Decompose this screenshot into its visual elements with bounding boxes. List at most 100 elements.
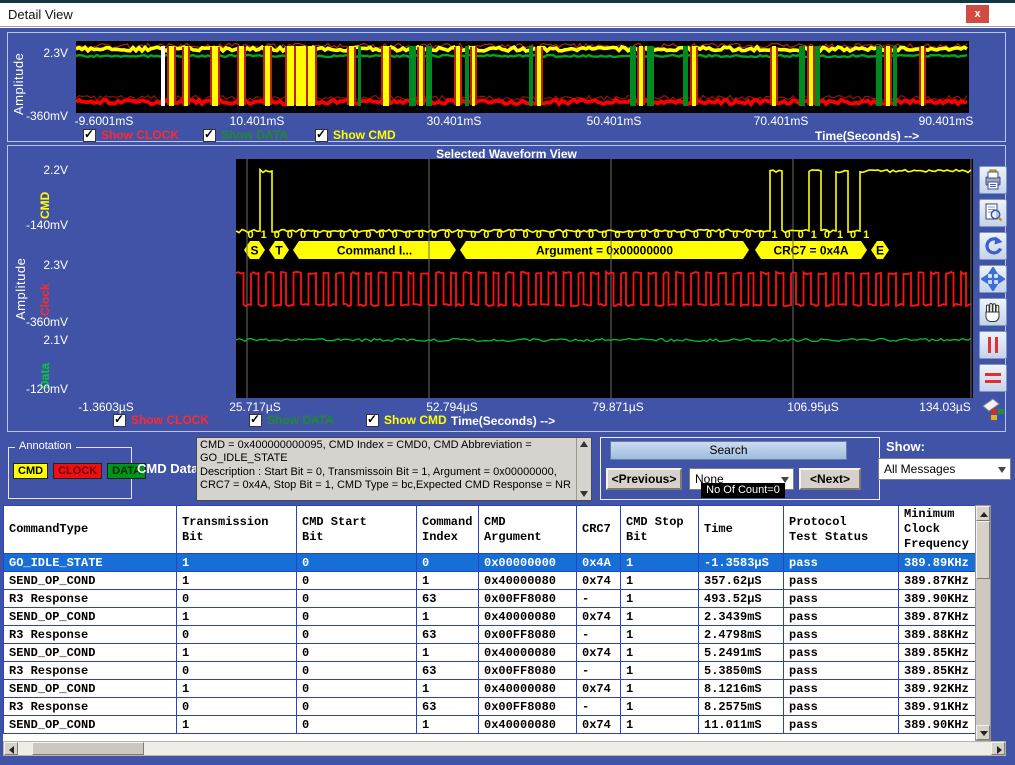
table-cell: pass: [784, 590, 899, 608]
table-cell: 1: [177, 554, 297, 572]
column-header[interactable]: Time: [699, 506, 784, 554]
table-row[interactable]: GO_IDLE_STATE1000x000000000x4A1-1.3583µS…: [4, 554, 976, 572]
print-button[interactable]: [979, 166, 1007, 194]
table-cell: GO_IDLE_STATE: [4, 554, 177, 572]
close-button[interactable]: x: [966, 5, 989, 23]
scrollbar-thumb[interactable]: [976, 521, 990, 579]
checkbox-box[interactable]: ✓: [203, 129, 216, 142]
table-row[interactable]: SEND_OP_COND1010x400000800x7415.2491mSpa…: [4, 644, 976, 662]
checkbox-box[interactable]: ✓: [113, 414, 126, 427]
move-button[interactable]: [979, 265, 1007, 293]
preview-button[interactable]: [979, 199, 1007, 227]
horizontal-cursors-button[interactable]: [979, 364, 1007, 392]
show-cmd-checkbox[interactable]: ✓Show CMD: [366, 413, 447, 427]
table-cell: 8.2575mS: [699, 698, 784, 716]
chevron-down-icon: [998, 467, 1006, 473]
show-data-checkbox[interactable]: ✓Show DATA: [203, 128, 288, 142]
table-cell: 0x00FF8080: [479, 698, 577, 716]
column-header[interactable]: Command Index: [417, 506, 479, 554]
show-clock-checkbox[interactable]: ✓ Show CLOCK: [83, 128, 179, 142]
table-cell: 0x4A: [577, 554, 621, 572]
table-horizontal-scrollbar[interactable]: [3, 741, 1006, 756]
data-band: [76, 55, 967, 57]
checkbox-label: Show CMD: [333, 128, 396, 142]
svg-text:1: 1: [771, 229, 777, 241]
time-tick-label: 90.401mS: [919, 114, 974, 128]
vertical-cursors-button[interactable]: [979, 331, 1007, 359]
command-table-area: CommandTypeTransmission BitCMD Start Bit…: [3, 505, 991, 741]
table-row[interactable]: R3 Response00630x00FF8080-1493.52µSpass3…: [4, 590, 976, 608]
overview-waveform-plot[interactable]: [76, 41, 969, 113]
scroll-down-icon[interactable]: [580, 491, 588, 497]
table-cell: SEND_OP_COND: [4, 644, 177, 662]
column-header[interactable]: CMD Stop Bit: [621, 506, 699, 554]
checkbox-box[interactable]: ✓: [366, 414, 379, 427]
checkbox-label: Show CLOCK: [101, 128, 179, 142]
table-cell: 1: [417, 608, 479, 626]
titlebar[interactable]: Detail View x: [0, 3, 1015, 27]
svg-text:E: E: [876, 244, 884, 258]
table-cell: 0: [177, 698, 297, 716]
show-data-checkbox[interactable]: ✓Show DATA: [249, 413, 334, 427]
colors-icon[interactable]: [980, 397, 1006, 423]
column-header[interactable]: CommandType: [4, 506, 177, 554]
table-cell: 0x40000080: [479, 716, 577, 734]
scroll-left-button[interactable]: [4, 742, 18, 755]
table-cell: 0: [297, 698, 417, 716]
table-cell: 389.85KHz: [899, 662, 976, 680]
table-row[interactable]: SEND_OP_COND1010x400000800x741357.62µSpa…: [4, 572, 976, 590]
show-clock-checkbox[interactable]: ✓Show CLOCK: [113, 413, 209, 427]
table-row[interactable]: R3 Response00630x00FF8080-12.4798mSpass3…: [4, 626, 976, 644]
search-next-button[interactable]: <Next>: [799, 468, 861, 490]
table-cell: 11.011mS: [699, 716, 784, 734]
table-cell: 2.4798mS: [699, 626, 784, 644]
selected-command-marker: [161, 46, 165, 106]
scroll-up-button[interactable]: [976, 506, 990, 521]
table-cell: R3 Response: [4, 662, 177, 680]
cmd-data-scrollbar[interactable]: [576, 438, 591, 500]
column-header[interactable]: Protocol Test Status: [784, 506, 899, 554]
table-cell: 1: [621, 626, 699, 644]
table-vertical-scrollbar[interactable]: [975, 505, 991, 741]
scrollbar-thumb[interactable]: [32, 742, 144, 755]
undo-button[interactable]: [979, 232, 1007, 260]
table-cell: R3 Response: [4, 590, 177, 608]
table-row[interactable]: SEND_OP_COND1010x400000800x7412.3439mSpa…: [4, 608, 976, 626]
table-cell: 1: [621, 590, 699, 608]
checkbox-box[interactable]: ✓: [315, 129, 328, 142]
table-cell: 0x00FF8080: [479, 626, 577, 644]
column-header[interactable]: Transmission Bit: [177, 506, 297, 554]
table-row[interactable]: SEND_OP_COND1010x400000800x74111.011mSpa…: [4, 716, 976, 734]
scroll-up-icon[interactable]: [580, 441, 588, 447]
column-header[interactable]: CMD Start Bit: [297, 506, 417, 554]
table-cell: 0x74: [577, 572, 621, 590]
show-cmd-checkbox[interactable]: ✓ Show CMD: [315, 128, 396, 142]
svg-text:Argument = 0x00000000: Argument = 0x00000000: [536, 244, 673, 258]
selected-waveform-plot[interactable]: STCommand I...Argument = 0x00000000CRC7 …: [236, 159, 973, 398]
table-cell: 1: [621, 608, 699, 626]
table-cell: 493.52µS: [699, 590, 784, 608]
checkbox-box[interactable]: ✓: [249, 414, 262, 427]
svg-text:1: 1: [863, 229, 869, 241]
show-filter-select[interactable]: All Messages: [878, 458, 1011, 480]
legend-chip-clock: CLOCK: [53, 463, 102, 479]
column-header[interactable]: CRC7: [577, 506, 621, 554]
undo-icon: [981, 234, 1005, 258]
table-cell: 2.3439mS: [699, 608, 784, 626]
table-cell: R3 Response: [4, 698, 177, 716]
scroll-right-button[interactable]: [991, 742, 1005, 755]
table-row[interactable]: R3 Response00630x00FF8080-18.2575mSpass3…: [4, 698, 976, 716]
checkbox-box[interactable]: ✓: [83, 129, 96, 142]
table-cell: 389.91KHz: [899, 698, 976, 716]
selected-time-labels: -1.3603µS25.717µS52.794µS79.871µS106.95µ…: [8, 400, 1007, 414]
legend-chip-cmd: CMD: [13, 463, 48, 479]
scroll-down-button[interactable]: [976, 725, 990, 740]
cmd-data-box[interactable]: CMD = 0x400000000095, CMD Index = CMD0, …: [196, 437, 592, 501]
table-row[interactable]: SEND_OP_COND1010x400000800x7418.1216mSpa…: [4, 680, 976, 698]
table-row[interactable]: R3 Response00630x00FF8080-15.3850mSpass3…: [4, 662, 976, 680]
vertical-cursors-icon: [981, 333, 1005, 357]
column-header[interactable]: CMD Argument: [479, 506, 577, 554]
search-previous-button[interactable]: <Previous>: [606, 468, 682, 490]
column-header[interactable]: Minimum Clock Frequency: [899, 506, 976, 554]
pan-hand-button[interactable]: [979, 298, 1007, 326]
